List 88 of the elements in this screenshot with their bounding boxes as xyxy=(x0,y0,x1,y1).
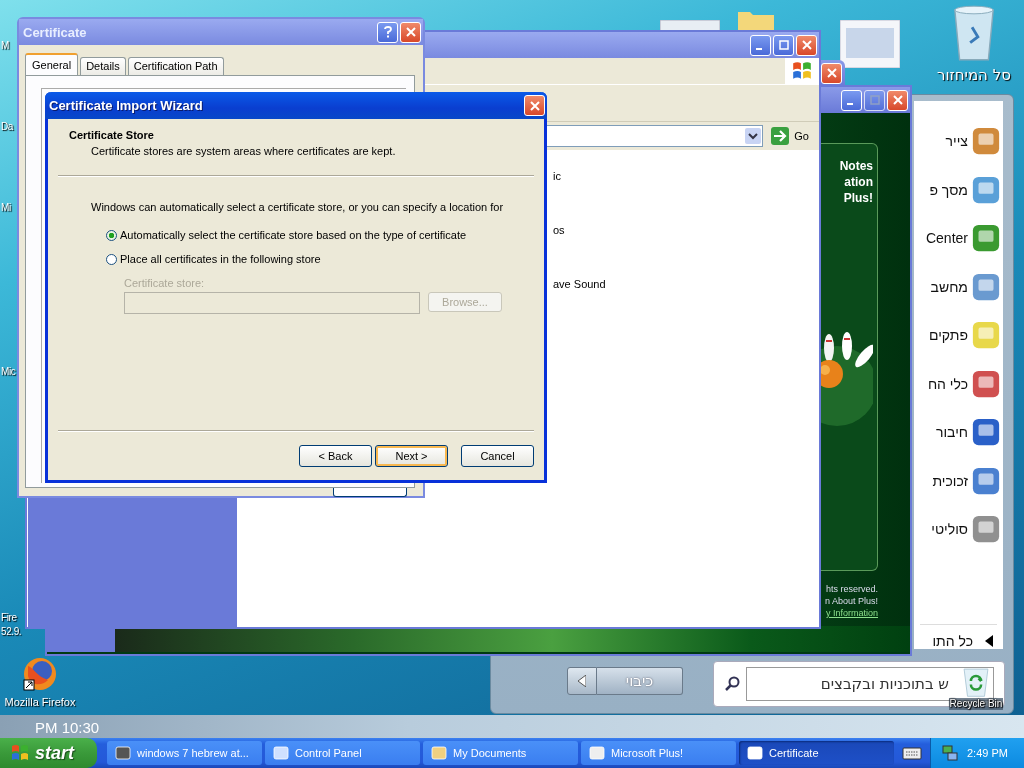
desktop-icon-label[interactable]: Recycle Bin xyxy=(948,698,1004,710)
close-icon xyxy=(801,40,812,50)
program-item[interactable]: חיבור xyxy=(914,408,1003,457)
help-icon xyxy=(382,26,393,38)
program-item[interactable]: כלי הח xyxy=(914,359,1003,408)
taskbar-button[interactable]: windows 7 hebrew at... xyxy=(107,741,262,765)
window-icon xyxy=(273,745,289,761)
window-title: Certificate xyxy=(23,24,87,40)
minimize-button[interactable] xyxy=(841,89,862,111)
program-item[interactable]: מסך פ xyxy=(914,165,1003,214)
instruction-text: Windows can automatically select a certificate store, or you can specify a location for xyxy=(91,201,505,213)
close-button[interactable] xyxy=(796,34,817,56)
help-button[interactable] xyxy=(377,21,398,43)
window-icon xyxy=(115,745,131,761)
control-panel-item[interactable]: ic xyxy=(553,170,561,182)
next-button[interactable]: Next > xyxy=(375,445,448,467)
copyright-text: hts reserved. xyxy=(825,583,878,595)
program-item[interactable]: פתקים xyxy=(914,311,1003,360)
window-icon xyxy=(589,745,605,761)
maximize-icon xyxy=(778,40,789,50)
desktop-icon-label: Mi xyxy=(1,202,11,213)
desktop-icon-label[interactable]: Mozilla Firefox xyxy=(4,696,76,708)
field-label: Certificate store: xyxy=(123,277,206,289)
desktop-icon-label: Fire xyxy=(1,612,17,623)
window-title: Certificate Import Wizard xyxy=(49,98,203,113)
arrow-left-icon xyxy=(985,634,993,647)
search-icon xyxy=(724,676,740,692)
splash-title: ation xyxy=(844,174,873,190)
window-thumbnail-icon xyxy=(840,20,900,68)
go-button[interactable]: Go xyxy=(767,127,813,145)
globe-fox-icon[interactable] xyxy=(22,656,58,692)
maximize-icon xyxy=(869,95,880,105)
close-icon xyxy=(826,68,837,78)
minimize-icon xyxy=(847,103,853,105)
radio-option[interactable]: Place all certificates in the following store xyxy=(91,247,544,271)
copyright-text: n About Plus! xyxy=(824,595,878,607)
maximize-button[interactable] xyxy=(773,34,794,56)
page-description: Certificate stores are system areas where certificates are kept. xyxy=(90,145,397,157)
program-item[interactable]: צייר xyxy=(914,117,1003,166)
program-item[interactable]: זכוכית xyxy=(914,456,1003,505)
program-item[interactable]: מחשב xyxy=(914,262,1003,311)
window-icon xyxy=(431,745,447,761)
taskbar-button[interactable]: Control Panel xyxy=(265,741,420,765)
tab[interactable]: General xyxy=(25,53,79,75)
close-icon xyxy=(405,27,416,37)
window-icon xyxy=(747,745,763,761)
desktop-icon-label: Mic xyxy=(1,366,16,377)
splash-title: Notes xyxy=(839,158,873,174)
program-item[interactable]: סוליטי xyxy=(914,505,1003,554)
control-panel-item[interactable]: os xyxy=(553,224,565,236)
radio-button[interactable] xyxy=(106,253,117,265)
arrow-left-icon xyxy=(578,675,586,687)
tab[interactable]: Details xyxy=(80,57,126,75)
information-link[interactable]: y Information xyxy=(825,607,878,619)
minimize-icon xyxy=(756,48,762,50)
desktop-icon-label: 52.9. xyxy=(1,626,22,637)
maximize-button[interactable] xyxy=(864,89,885,111)
clock-label: PM 10:30 xyxy=(35,719,100,736)
close-button[interactable] xyxy=(887,89,908,111)
taskbar-button[interactable]: Microsoft Plus! xyxy=(581,741,736,765)
taskbar-button[interactable]: My Documents xyxy=(423,741,578,765)
close-icon xyxy=(529,100,540,111)
minimize-button[interactable] xyxy=(750,34,771,56)
shutdown-options-button[interactable] xyxy=(567,667,597,695)
back-button[interactable]: < Back xyxy=(299,445,372,467)
splash-title: Plus! xyxy=(843,190,873,206)
start-button[interactable]: start xyxy=(0,738,97,768)
close-button[interactable] xyxy=(524,95,545,116)
close-button[interactable] xyxy=(400,21,421,43)
close-icon xyxy=(892,95,903,105)
flag-logo-icon xyxy=(10,743,30,763)
arrow-right-icon xyxy=(771,127,790,145)
page-heading: Certificate Store xyxy=(69,129,155,141)
program-item[interactable]: Center xyxy=(914,214,1003,263)
clock: 2:49 PM xyxy=(967,747,1008,759)
tab[interactable]: Certification Path xyxy=(127,57,224,75)
trash-bin-icon[interactable] xyxy=(951,4,997,62)
desktop-icon-label: M xyxy=(1,40,9,51)
cancel-button[interactable]: Cancel xyxy=(461,445,534,467)
ok-button[interactable] xyxy=(333,488,407,497)
control-panel-item[interactable]: ave Sound xyxy=(553,278,606,290)
radio-option[interactable]: Automatically select the certificate store based on the type of certificate xyxy=(91,223,544,247)
network-icon[interactable] xyxy=(941,744,959,762)
all-programs-item[interactable]: כל התו xyxy=(914,632,1003,649)
radio-button[interactable] xyxy=(106,229,117,241)
desktop-icon-label: Da xyxy=(1,121,13,132)
keyboard-icon[interactable] xyxy=(902,746,922,760)
taskbar-button[interactable]: Certificate xyxy=(739,741,894,765)
